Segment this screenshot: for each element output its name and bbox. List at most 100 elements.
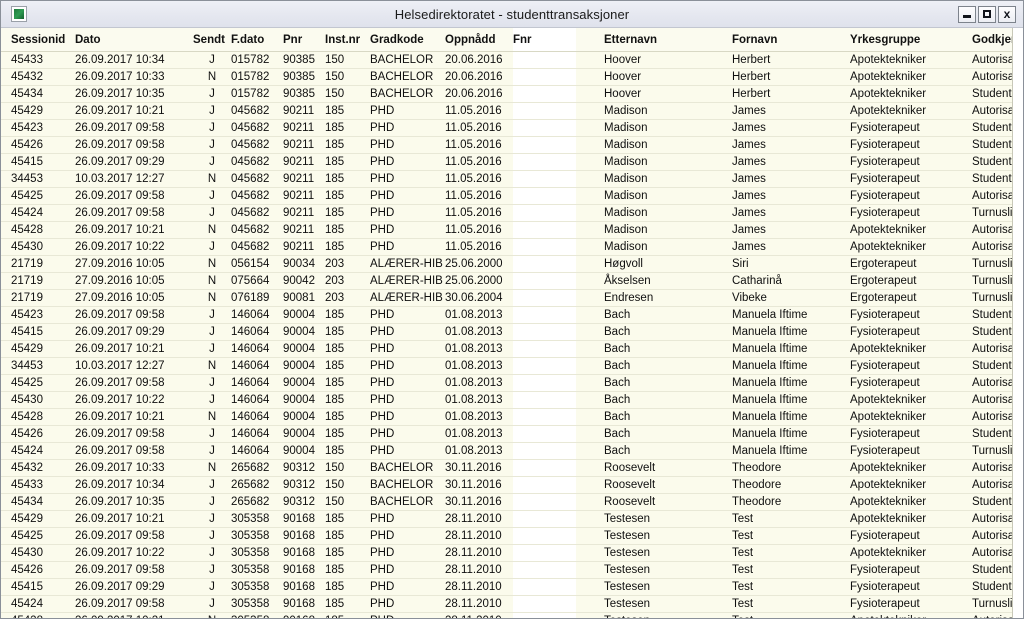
cell-fornavn[interactable]: Test (732, 544, 850, 562)
table-row[interactable]: 45425 26.09.2017 09:58 J 146064 90004 185 PHD 0… (1, 374, 1012, 392)
cell-dato[interactable]: 26.09.2017 10:21 (75, 102, 193, 120)
cell-fdato[interactable]: 146064 (231, 340, 283, 358)
cell-oppnadd[interactable]: 11.05.2016 (445, 204, 513, 222)
cell-sendt[interactable]: N (193, 459, 231, 477)
cell-gradkode[interactable]: BACHELOR (370, 68, 445, 86)
cell-godkjenningstype[interactable]: Autorisasjon / Lisens (972, 612, 1012, 618)
cell-fdato[interactable]: 146064 (231, 425, 283, 443)
cell-pnr[interactable]: 90211 (283, 221, 325, 239)
cell-sessionid[interactable]: 45430 (1, 391, 75, 409)
table-row[interactable]: 45415 26.09.2017 09:29 J 146064 90004 185 PHD 0… (1, 323, 1012, 341)
cell-sendt[interactable]: J (193, 323, 231, 341)
cell-sessionid[interactable]: 45429 (1, 102, 75, 120)
table-row[interactable]: 45429 26.09.2017 10:21 J 146064 90004 185 PHD 0… (1, 340, 1012, 358)
cell-godkjenningstype[interactable]: Turnuslisens (972, 442, 1012, 460)
cell-sessionid[interactable]: 45426 (1, 136, 75, 154)
cell-godkjenningstype[interactable]: Studentlisens (972, 561, 1012, 579)
cell-pnr[interactable]: 90168 (283, 527, 325, 545)
cell-etternavn[interactable]: Åkselsen (576, 272, 732, 290)
cell-pnr[interactable]: 90312 (283, 476, 325, 494)
cell-pnr[interactable]: 90211 (283, 170, 325, 188)
cell-sendt[interactable]: J (193, 204, 231, 222)
cell-sessionid[interactable]: 45429 (1, 510, 75, 528)
cell-fdato[interactable]: 305358 (231, 527, 283, 545)
column-header-fnr[interactable]: Fnr (513, 28, 576, 52)
cell-instnr[interactable]: 185 (325, 136, 370, 154)
cell-yrkesgruppe[interactable]: Apotektekniker (850, 238, 972, 256)
cell-yrkesgruppe[interactable]: Apotektekniker (850, 340, 972, 358)
cell-sessionid[interactable]: 34453 (1, 170, 75, 188)
cell-godkjenningstype[interactable]: Studentlisens (972, 493, 1012, 511)
cell-oppnadd[interactable]: 25.06.2000 (445, 272, 513, 290)
cell-pnr[interactable]: 90004 (283, 357, 325, 375)
cell-fnr[interactable] (513, 238, 576, 256)
cell-sessionid[interactable]: 45432 (1, 459, 75, 477)
cell-oppnadd[interactable]: 30.11.2016 (445, 493, 513, 511)
cell-fornavn[interactable]: Manuela Iftime (732, 391, 850, 409)
cell-etternavn[interactable]: Testesen (576, 561, 732, 579)
cell-yrkesgruppe[interactable]: Apotektekniker (850, 459, 972, 477)
cell-fornavn[interactable]: James (732, 238, 850, 256)
cell-godkjenningstype[interactable]: Studentlisens (972, 85, 1012, 103)
cell-sessionid[interactable]: 45434 (1, 85, 75, 103)
cell-yrkesgruppe[interactable]: Apotektekniker (850, 68, 972, 86)
cell-fnr[interactable] (513, 85, 576, 103)
cell-oppnadd[interactable]: 01.08.2013 (445, 408, 513, 426)
cell-yrkesgruppe[interactable]: Apotektekniker (850, 51, 972, 69)
cell-pnr[interactable]: 90004 (283, 408, 325, 426)
cell-pnr[interactable]: 90211 (283, 102, 325, 120)
cell-pnr[interactable]: 90385 (283, 68, 325, 86)
cell-sessionid[interactable]: 45430 (1, 238, 75, 256)
table-row[interactable]: 45434 26.09.2017 10:35 J 265682 90312 150 BACH… (1, 493, 1012, 511)
cell-fornavn[interactable]: James (732, 119, 850, 137)
cell-fdato[interactable]: 045682 (231, 187, 283, 205)
cell-godkjenningstype[interactable]: Studentlisens (972, 306, 1012, 324)
cell-instnr[interactable]: 185 (325, 102, 370, 120)
cell-dato[interactable]: 26.09.2017 10:35 (75, 85, 193, 103)
cell-fnr[interactable] (513, 187, 576, 205)
cell-instnr[interactable]: 185 (325, 187, 370, 205)
cell-fornavn[interactable]: Vibeke (732, 289, 850, 307)
cell-etternavn[interactable]: Madison (576, 221, 732, 239)
cell-oppnadd[interactable]: 01.08.2013 (445, 425, 513, 443)
cell-sendt[interactable]: N (193, 357, 231, 375)
cell-dato[interactable]: 26.09.2017 09:29 (75, 578, 193, 596)
cell-sendt[interactable]: J (193, 102, 231, 120)
cell-dato[interactable]: 26.09.2017 09:58 (75, 595, 193, 613)
cell-oppnadd[interactable]: 11.05.2016 (445, 238, 513, 256)
cell-fdato[interactable]: 305358 (231, 578, 283, 596)
table-row[interactable]: 45426 26.09.2017 09:58 J 045682 90211 185 PHD 1… (1, 136, 1012, 154)
cell-sessionid[interactable]: 45433 (1, 51, 75, 69)
cell-gradkode[interactable]: PHD (370, 612, 445, 618)
cell-etternavn[interactable]: Bach (576, 442, 732, 460)
cell-instnr[interactable]: 185 (325, 119, 370, 137)
cell-pnr[interactable]: 90211 (283, 136, 325, 154)
cell-dato[interactable]: 26.09.2017 09:58 (75, 136, 193, 154)
cell-oppnadd[interactable]: 28.11.2010 (445, 612, 513, 618)
cell-etternavn[interactable]: Madison (576, 136, 732, 154)
cell-sessionid[interactable]: 45423 (1, 306, 75, 324)
cell-dato[interactable]: 26.09.2017 10:22 (75, 544, 193, 562)
cell-fnr[interactable] (513, 153, 576, 171)
cell-fdato[interactable]: 146064 (231, 357, 283, 375)
cell-fdato[interactable]: 146064 (231, 306, 283, 324)
cell-instnr[interactable]: 185 (325, 221, 370, 239)
cell-etternavn[interactable]: Hoover (576, 51, 732, 69)
cell-pnr[interactable]: 90168 (283, 595, 325, 613)
cell-instnr[interactable]: 185 (325, 544, 370, 562)
cell-fdato[interactable]: 045682 (231, 204, 283, 222)
table-row[interactable]: 45426 26.09.2017 09:58 J 146064 90004 185 PHD 0… (1, 425, 1012, 443)
cell-fornavn[interactable]: Herbert (732, 51, 850, 69)
cell-instnr[interactable]: 150 (325, 493, 370, 511)
column-header-dato[interactable]: Dato (75, 28, 193, 52)
cell-oppnadd[interactable]: 28.11.2010 (445, 578, 513, 596)
cell-sessionid[interactable]: 34453 (1, 357, 75, 375)
cell-dato[interactable]: 26.09.2017 10:21 (75, 408, 193, 426)
cell-fnr[interactable] (513, 357, 576, 375)
cell-instnr[interactable]: 203 (325, 255, 370, 273)
cell-sendt[interactable]: N (193, 408, 231, 426)
cell-yrkesgruppe[interactable]: Fysioterapeut (850, 578, 972, 596)
cell-yrkesgruppe[interactable]: Fysioterapeut (850, 425, 972, 443)
cell-godkjenningstype[interactable]: Studentlisens (972, 170, 1012, 188)
cell-dato[interactable]: 26.09.2017 10:34 (75, 51, 193, 69)
